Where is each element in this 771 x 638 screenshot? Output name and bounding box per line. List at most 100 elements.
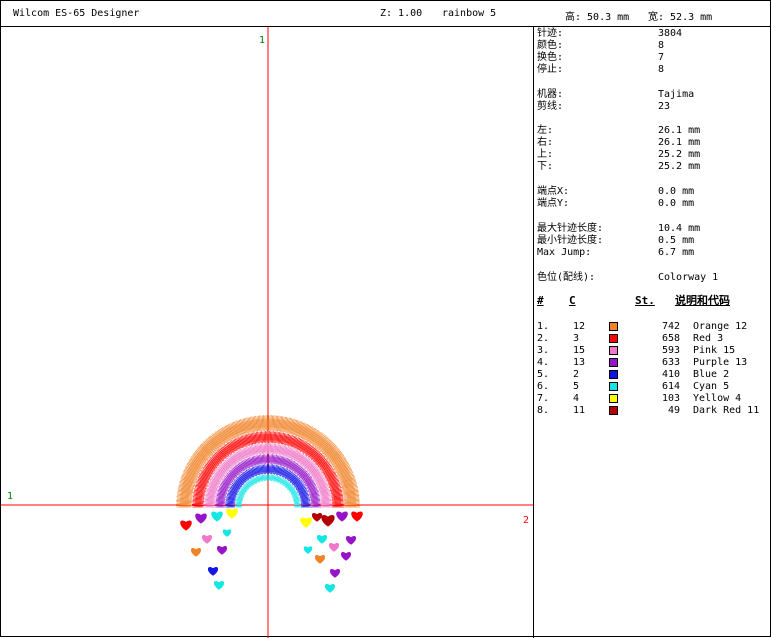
heart-shape [223,530,231,537]
title-bar: Wilcom ES-65 Designer Z: 1.00 rainbow 5 … [1,1,771,27]
color-swatch [609,334,618,343]
color-row-index: 1. [537,321,549,333]
color-row-description: Red 3 [693,333,723,345]
heart-shape [226,509,237,519]
color-row-description: Cyan 5 [693,381,729,393]
color-swatch [609,370,618,379]
color-swatch [609,346,618,355]
info-panel: 针迹: 3804 颜色: 8 换色: 7 停止: 8 机器: Tajima 剪线… [535,27,771,638]
col-header-number: # [537,295,544,307]
stitches-label: 针迹: [537,28,563,40]
colors-value: 8 [658,40,664,52]
colorway-value: Colorway 1 [658,272,718,284]
color-row-code: 13 [573,357,585,369]
color-row[interactable]: 4.13633Purple 13 [535,357,771,369]
color-row-code: 15 [573,345,585,357]
color-row-description: Pink 15 [693,345,735,357]
maxlen-label: 最大针迹长度: [537,223,603,235]
bottom-label: 下: [537,161,553,173]
left-label: 左: [537,125,553,137]
heart-shape [214,581,223,589]
design-canvas[interactable]: 1 1 2 [1,27,534,638]
design-svg: 1 1 2 [1,27,534,638]
heart-shape [330,569,339,577]
trims-label: 剪线: [537,101,563,113]
endx-value: 0.0 mm [658,186,694,198]
color-row-index: 5. [537,369,549,381]
design-name: rainbow 5 [442,8,496,19]
trims-value: 23 [658,101,670,113]
color-row-code: 11 [573,405,585,417]
heart-shape [322,515,335,526]
heart-shape [300,518,311,528]
color-row-description: Purple 13 [693,357,747,369]
heart-shape [351,512,362,522]
heart-shape [317,535,326,543]
heart-shape [202,535,211,543]
color-swatch [609,382,618,391]
heart-shape [304,547,312,554]
maxjump-label: Max Jump: [537,247,591,259]
color-swatch [609,394,618,403]
color-row-index: 8. [537,405,549,417]
color-row-code: 12 [573,321,585,333]
bottom-value: 25.2 mm [658,161,700,173]
color-row[interactable]: 1. 12 742 Orange 12 [535,321,771,333]
color-row[interactable]: 6. 5 614 Cyan 5 [535,381,771,393]
right-value: 26.1 mm [658,137,700,149]
color-row-stitches: 658 [650,333,680,345]
color-swatch [609,358,618,367]
color-swatch [609,406,618,415]
machine-value: Tajima [658,89,694,101]
color-row-description: Dark Red 11 [693,405,759,417]
zoom-level: Z: 1.00 [380,8,422,19]
heart-shape [336,512,347,522]
stitches-value: 3804 [658,28,682,40]
color-row-code: 5 [573,381,579,393]
color-row-index: 3. [537,345,549,357]
endy-label: 端点Y: [537,198,569,210]
col-header-stitches: St. [635,295,655,307]
color-row[interactable]: 8. 11 49 Dark Red 11 [535,405,771,417]
changes-label: 换色: [537,52,563,64]
color-row-code: 4 [573,393,579,405]
color-row-description: Orange 12 [693,321,747,333]
colorway-label: 色位(配线): [537,272,595,284]
color-row-description: Blue 2 [693,369,729,381]
top-label: 上: [537,149,553,161]
heart-shape [346,536,355,544]
axis-label-left: 1 [7,491,13,502]
col-header-code: C [569,295,576,307]
endx-label: 端点X: [537,186,569,198]
color-row-stitches: 614 [650,381,680,393]
color-row[interactable]: 3.15593Pink 15 [535,345,771,357]
color-row-stitches: 410 [650,369,680,381]
color-row-stitches: 742 [650,321,680,333]
color-swatch [609,322,618,331]
color-row-index: 2. [537,333,549,345]
heart-shape [208,567,217,575]
axis-label-right: 2 [523,515,529,526]
color-row[interactable]: 2.3658Red 3 [535,333,771,345]
design-height: 高: 50.3 mm [565,8,629,23]
color-row-index: 4. [537,357,549,369]
machine-label: 机器: [537,89,563,101]
heart-shape [315,555,324,563]
minlen-label: 最小针迹长度: [537,235,603,247]
color-row-index: 6. [537,381,549,393]
stops-label: 停止: [537,64,563,76]
color-row[interactable]: 7.4103Yellow 4 [535,393,771,405]
heart-shape [217,546,226,554]
maxjump-value: 6.7 mm [658,247,694,259]
heart-shape [341,552,350,560]
heart-shape [325,584,334,592]
color-row[interactable]: 5.2410Blue 2 [535,369,771,381]
color-row-stitches: 49 [650,405,680,417]
design-width: 宽: 52.3 mm [648,8,712,23]
colors-label: 颜色: [537,40,563,52]
color-row-description: Yellow 4 [693,393,741,405]
app-window: Wilcom ES-65 Designer Z: 1.00 rainbow 5 … [0,0,771,637]
col-header-description: 说明和代码 [675,295,730,307]
left-value: 26.1 mm [658,125,700,137]
top-value: 25.2 mm [658,149,700,161]
